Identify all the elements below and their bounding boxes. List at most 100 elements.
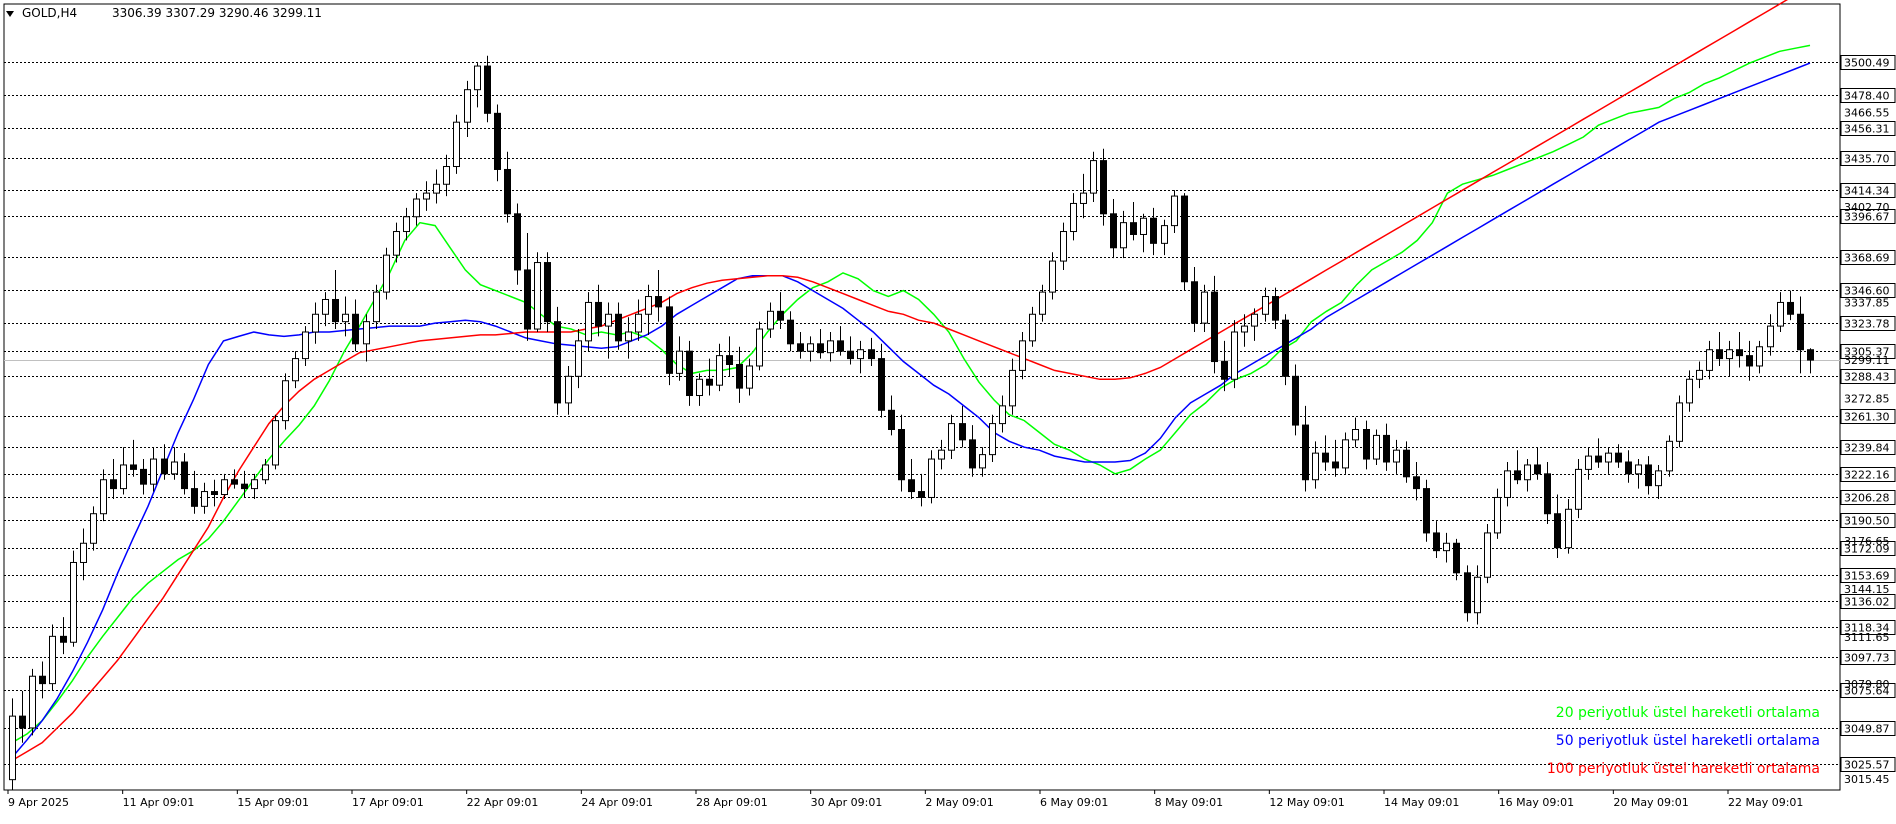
candle-body: [1332, 461, 1339, 469]
candle-body: [948, 423, 955, 451]
candle[interactable]: [554, 306, 561, 415]
x-tick-label: 8 May 09:01: [1155, 796, 1223, 809]
candle-body: [1777, 301, 1784, 327]
candle[interactable]: [70, 550, 77, 647]
candle-body: [29, 675, 36, 729]
symbol-label: GOLD,H4: [22, 6, 77, 20]
candle-body: [1211, 291, 1218, 363]
candle-body: [383, 254, 390, 293]
candle-body: [857, 349, 864, 360]
x-tick-label: 22 May 09:01: [1728, 796, 1803, 809]
candle-body: [585, 301, 592, 342]
candle-body: [898, 429, 905, 481]
candle[interactable]: [1282, 314, 1289, 386]
candle[interactable]: [756, 321, 763, 371]
candle[interactable]: [1484, 524, 1491, 584]
candle-body: [514, 213, 521, 271]
price-chart[interactable]: 3500.493478.403456.313435.703414.343396.…: [0, 0, 1896, 820]
candle-body: [676, 350, 683, 374]
candle[interactable]: [544, 252, 551, 332]
candle-body: [666, 306, 673, 374]
candle-body: [625, 331, 632, 342]
candle[interactable]: [1676, 395, 1683, 448]
ohlc-label: 3306.39 3307.29 3290.46 3299.11: [112, 6, 322, 20]
candle-body: [1726, 349, 1733, 360]
candle-body: [150, 458, 157, 485]
candle-body: [756, 328, 763, 367]
candle-body: [70, 561, 77, 643]
candle[interactable]: [494, 104, 501, 182]
candle-body: [706, 378, 713, 386]
candle-body: [413, 198, 420, 218]
y-tick-label: 3288.43: [1844, 371, 1890, 384]
candle-body: [1272, 296, 1279, 321]
candle-body: [171, 461, 178, 475]
candle-body: [908, 479, 915, 493]
y-tick-label: 3261.30: [1844, 411, 1890, 424]
y-tick-label: 3368.69: [1844, 252, 1890, 265]
candle-body: [1181, 195, 1188, 283]
y-tick-label: 3478.40: [1844, 90, 1890, 103]
candle-body: [231, 479, 238, 485]
y-tick-label: 3414.34: [1844, 185, 1890, 198]
candle-body: [1312, 452, 1319, 481]
y-tick-label: 3402.70: [1844, 201, 1890, 214]
x-tick-label: 28 Apr 09:01: [696, 796, 768, 809]
y-tick-label: 3176.65: [1844, 535, 1890, 548]
candle[interactable]: [453, 114, 460, 174]
candle-body: [342, 313, 349, 323]
candle-body: [120, 464, 127, 490]
candle[interactable]: [1666, 435, 1673, 477]
candle[interactable]: [1100, 148, 1107, 226]
x-tick-label: 9 Apr 2025: [8, 796, 69, 809]
candle[interactable]: [1423, 479, 1430, 542]
candle-body: [1736, 349, 1743, 357]
candle-body: [80, 542, 87, 563]
candle[interactable]: [1464, 565, 1471, 622]
candle[interactable]: [484, 55, 491, 123]
candle-body: [716, 355, 723, 386]
candle-body: [1494, 496, 1501, 534]
candle-body: [1161, 225, 1168, 244]
candle-body: [787, 319, 794, 345]
x-tick-label: 17 Apr 09:01: [352, 796, 424, 809]
candle[interactable]: [534, 252, 541, 332]
legend-label-2: 100 periyotluk üstel hareketli ortalama: [1547, 761, 1820, 777]
candle[interactable]: [1181, 193, 1188, 291]
candle-body: [1302, 424, 1309, 481]
candle-body: [1575, 468, 1582, 510]
candle-body: [1534, 464, 1541, 475]
y-tick-label: 3500.49: [1844, 57, 1890, 70]
chart-window: 3500.49 3478.40 3456.31 3435.70 3414.34 3396.…: [0, 0, 1896, 820]
candle-body: [221, 479, 228, 496]
legend-label-0: 20 periyotluk üstel hareketli ortalama: [1556, 705, 1820, 721]
candle-body: [878, 358, 885, 411]
candle[interactable]: [666, 296, 673, 386]
candle-body: [746, 365, 753, 389]
candle-body: [1565, 508, 1572, 549]
candle-body: [959, 423, 966, 441]
candle-body: [464, 89, 471, 123]
candle-body: [554, 321, 561, 404]
candle-body: [1231, 331, 1238, 380]
candle-body: [1060, 231, 1067, 262]
candle-body: [110, 479, 117, 490]
candle-body: [1262, 296, 1269, 315]
candle[interactable]: [282, 373, 289, 430]
candle-body: [1544, 473, 1551, 515]
y-tick-label: 3323.78: [1844, 318, 1890, 331]
candle-body: [1585, 455, 1592, 470]
y-tick-label: 3222.16: [1844, 469, 1890, 482]
candle-body: [1383, 434, 1390, 463]
candle-body: [1625, 461, 1632, 475]
candle-body: [969, 439, 976, 469]
candle[interactable]: [383, 247, 390, 300]
candle-body: [888, 409, 895, 431]
y-tick-label: 3239.84: [1844, 442, 1890, 455]
candle-body: [423, 192, 430, 200]
candle[interactable]: [29, 668, 36, 736]
candle[interactable]: [272, 414, 279, 470]
candle-body: [1080, 192, 1087, 204]
candle-body: [1756, 346, 1763, 367]
candle-body: [130, 464, 137, 470]
